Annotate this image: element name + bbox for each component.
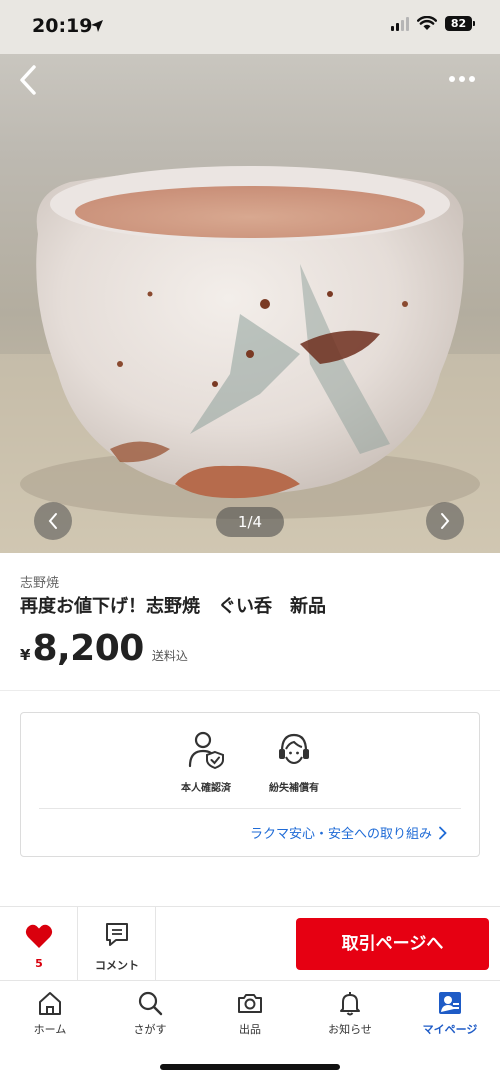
price-row: ¥ 8,200 送料込 [20,628,188,669]
feature-label: 本人確認済 [181,783,231,794]
bell-icon [340,992,360,1016]
home-icon [39,992,61,1015]
product-brand[interactable]: 志野焼 [20,572,59,591]
chevron-left-icon [20,65,36,95]
like-count: 5 [35,957,43,970]
tab-label: マイページ [422,1023,478,1036]
tab-home[interactable]: ホーム [0,989,100,1037]
product-photo [0,166,500,553]
tab-label: お知らせ [328,1023,372,1036]
chevron-left-icon [48,513,57,529]
back-button[interactable] [10,62,46,98]
tab-notifications[interactable]: お知らせ [300,989,400,1037]
previous-image-button[interactable] [34,502,72,540]
product-price: 8,200 [32,628,144,669]
mypage-icon [439,992,461,1014]
tab-label: さがす [133,1023,167,1036]
status-bar: 20:19 82 [0,0,500,54]
home-indicator[interactable] [160,1064,340,1070]
search-icon [138,991,163,1016]
product-title: 再度お値下げ！志野焼 ぐい呑 新品 [20,596,326,617]
card-divider [39,808,461,809]
section-divider [0,690,500,691]
tab-sell[interactable]: 出品 [200,989,300,1037]
action-bar: 5 コメント 取引ページへ [0,906,500,981]
product-image-gallery[interactable]: 1/4 [0,54,500,553]
wifi-icon [417,16,437,30]
tab-search[interactable]: さがす [100,989,200,1037]
safety-card: 本人確認済 紛失補償有 ラクマ安心・安全への取り組み [20,712,480,857]
tab-label: 出品 [239,1023,261,1036]
more-horizontal-icon [449,76,475,82]
heart-icon [25,924,53,948]
safety-initiative-link[interactable]: ラクマ安心・安全への取り組み [250,823,447,842]
comment-button[interactable]: コメント [78,907,156,981]
camera-icon [238,994,262,1013]
chevron-right-icon [439,826,447,839]
feature-label: 紛失補償有 [269,783,319,794]
like-button[interactable]: 5 [0,907,78,981]
chevron-right-icon [441,513,450,529]
signal-icon [391,16,409,31]
identity-verified-icon [188,731,224,769]
currency-symbol: ¥ [20,646,31,664]
next-image-button[interactable] [426,502,464,540]
more-options-button[interactable] [442,66,482,92]
safety-link-label: ラクマ安心・安全への取り組み [249,827,432,842]
tab-label: ホーム [33,1023,67,1036]
support-headset-icon [279,733,309,765]
status-time: 20:19 [32,15,93,37]
location-arrow-icon [91,20,103,32]
comment-icon [106,923,128,946]
image-counter: 1/4 [216,507,284,537]
feature-identity-verified: 本人確認済 [166,729,246,794]
battery-icon: 82 [445,16,475,31]
tab-mypage[interactable]: マイページ [400,989,500,1037]
shipping-label: 送料込 [151,649,188,663]
status-indicators: 82 [391,16,475,31]
feature-loss-compensation: 紛失補償有 [254,729,334,794]
trade-page-button[interactable]: 取引ページへ [296,918,489,970]
comment-label: コメント [95,959,139,972]
